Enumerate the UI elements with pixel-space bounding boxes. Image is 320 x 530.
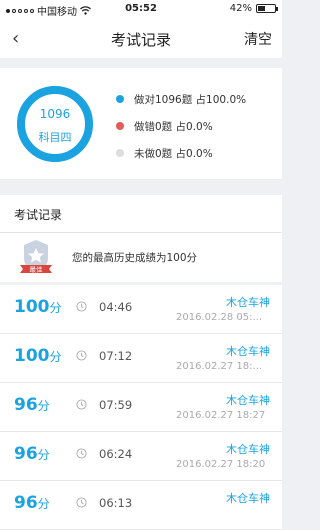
clock-icon (76, 350, 87, 361)
record-duration: 04:46 (99, 300, 133, 314)
record-name: 木仓车神 (226, 492, 270, 505)
score-value: 100 (14, 346, 50, 366)
record-duration: 07:12 (99, 349, 133, 363)
best-score-row: 最佳 您的最高历史成绩为100分 (0, 233, 282, 282)
clock-icon (76, 399, 87, 410)
records-header: 考试记录 (0, 195, 282, 233)
record-date: 2016.02.28 05:... (176, 312, 263, 323)
legend-dot (116, 149, 124, 157)
record-item[interactable]: 96分 07:59 木仓车神 2016.02.27 18:27 (0, 383, 282, 432)
record-score: 100分 (14, 346, 62, 366)
legend-undone: 未做0题 占0.0% (116, 144, 276, 162)
score-unit: 分 (49, 350, 62, 364)
clock-icon (76, 497, 87, 508)
legend-label: 做错0题 占0.0% (134, 120, 213, 133)
clear-button[interactable]: 清空 (244, 29, 272, 49)
record-name: 木仓车神 (226, 345, 270, 358)
battery-area: 42% (229, 3, 278, 14)
record-date: 2016.02.27 18:20 (176, 459, 266, 470)
record-name: 木仓车神 (226, 443, 270, 456)
record-item[interactable]: 96分 06:13 木仓车神 (0, 481, 282, 530)
score-value: 96 (14, 444, 38, 464)
record-name: 木仓车神 (226, 394, 270, 407)
score-unit: 分 (37, 399, 50, 413)
score-unit: 分 (37, 497, 50, 511)
stats-card: 1096 科目四 做对1096题 占100.0% 做错0题 占0.0% 未做0题… (0, 68, 282, 179)
battery-percent: 42% (229, 3, 252, 14)
record-item[interactable]: 96分 06:24 木仓车神 2016.02.27 18:20 (0, 432, 282, 481)
battery-icon (256, 4, 278, 13)
status-bar: 中国移动 05:52 42% (0, 0, 282, 18)
record-score: 96分 (14, 493, 50, 513)
legend-correct: 做对1096题 占100.0% (116, 90, 276, 108)
total-count: 1096 (39, 107, 71, 121)
stats-legend: 做对1096题 占100.0% 做错0题 占0.0% 未做0题 占0.0% (116, 90, 276, 171)
record-date: 2016.02.27 18:... (176, 361, 263, 372)
record-duration: 06:13 (99, 496, 133, 510)
record-score: 100分 (14, 297, 62, 317)
score-value: 100 (14, 297, 50, 317)
clock-icon (76, 301, 87, 312)
record-score: 96分 (14, 395, 50, 415)
score-unit: 分 (37, 448, 50, 462)
record-name: 木仓车神 (226, 296, 270, 309)
nav-bar: ‹ 考试记录 清空 (0, 18, 282, 58)
record-duration: 06:24 (99, 447, 133, 461)
best-score-text: 您的最高历史成绩为100分 (72, 252, 198, 264)
donut-center: 1096 科目四 (15, 84, 95, 164)
record-duration: 07:59 (99, 398, 133, 412)
legend-dot (116, 122, 124, 130)
page-title: 考试记录 (110, 31, 171, 49)
record-score: 96分 (14, 444, 50, 464)
best-badge-icon: 最佳 (20, 240, 52, 274)
legend-label: 未做0题 占0.0% (134, 147, 213, 160)
legend-label: 做对1096题 占100.0% (134, 93, 247, 106)
record-list: 100分 04:46 木仓车神 2016.02.28 05:... 100分 0… (0, 285, 282, 530)
records-title: 考试记录 (14, 208, 63, 222)
record-item[interactable]: 100分 04:46 木仓车神 2016.02.28 05:... (0, 285, 282, 334)
score-value: 96 (14, 493, 38, 513)
legend-wrong: 做错0题 占0.0% (116, 117, 276, 135)
record-item[interactable]: 100分 07:12 木仓车神 2016.02.27 18:... (0, 334, 282, 383)
score-unit: 分 (49, 301, 62, 315)
clock-icon (76, 448, 87, 459)
subject-label: 科目四 (38, 131, 72, 144)
score-value: 96 (14, 395, 38, 415)
record-date: 2016.02.27 18:27 (176, 410, 266, 421)
legend-dot (116, 95, 124, 103)
best-badge-label: 最佳 (30, 265, 44, 274)
